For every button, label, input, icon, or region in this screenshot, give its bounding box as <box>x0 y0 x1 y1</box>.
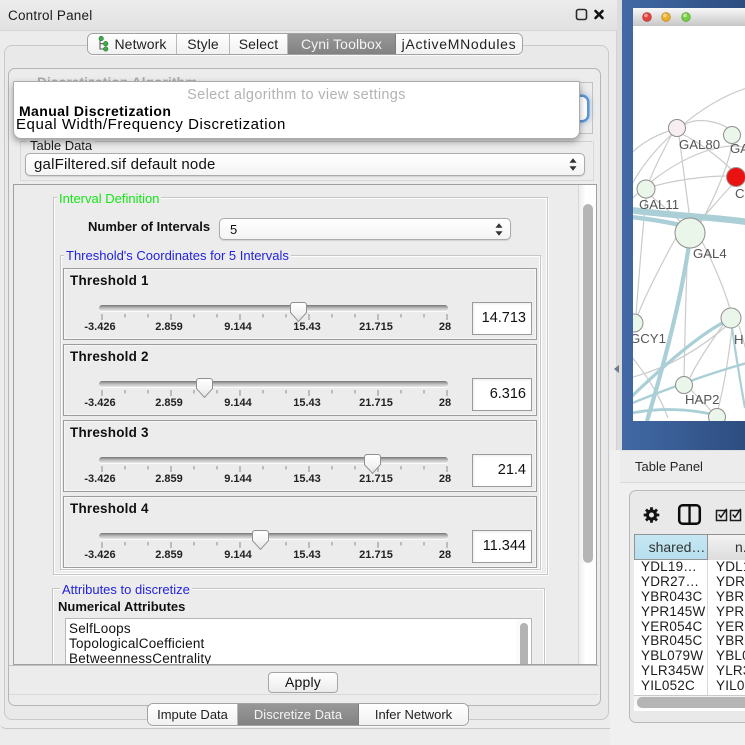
svg-text:GA: GA <box>730 141 745 156</box>
svg-text:H: H <box>734 332 744 347</box>
svg-text:GCY1: GCY1 <box>633 331 666 346</box>
svg-text:GAL11: GAL11 <box>639 197 679 212</box>
svg-text:CY: CY <box>735 186 745 201</box>
svg-text:HAP2: HAP2 <box>685 392 719 407</box>
svg-text:GAL80: GAL80 <box>679 137 720 152</box>
svg-text:GAL4: GAL4 <box>693 246 727 261</box>
